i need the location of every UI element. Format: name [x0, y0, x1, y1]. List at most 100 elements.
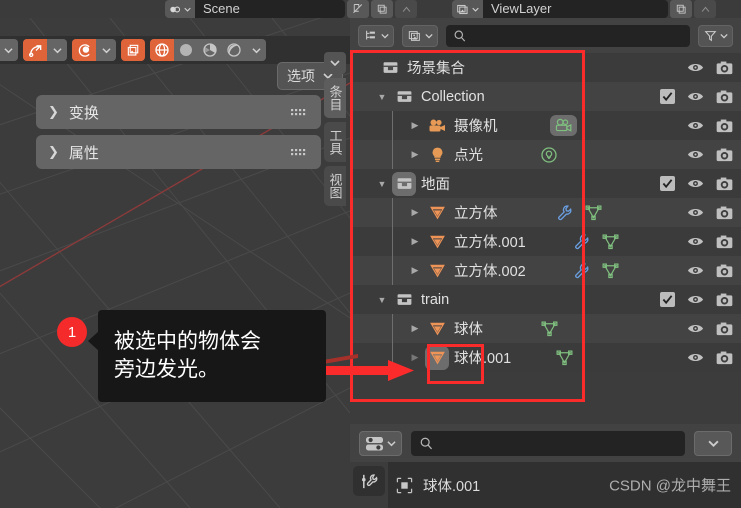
npanel-collapse-button[interactable]: [324, 52, 346, 74]
camera-data-icon[interactable]: [550, 115, 577, 136]
table-row[interactable]: ▶ 立方体.002: [350, 256, 741, 285]
camera-render-icon[interactable]: [716, 61, 733, 75]
object-mesh-icon: [425, 259, 449, 283]
outliner-search-input[interactable]: [446, 24, 690, 47]
checkbox-exclude[interactable]: [660, 176, 675, 191]
proportional-edit-group[interactable]: [72, 39, 116, 61]
scene-name-field[interactable]: Scene: [195, 0, 345, 18]
modifier-wrench-icon[interactable]: [555, 204, 574, 221]
shading-group[interactable]: [150, 39, 266, 61]
properties-search-input[interactable]: [411, 430, 685, 456]
npanel-panel-transform[interactable]: ❯ 变换: [36, 95, 321, 129]
eye-icon[interactable]: [687, 322, 704, 335]
sidebar-item-view[interactable]: 视图: [324, 166, 346, 206]
modifier-wrench-icon[interactable]: [572, 233, 591, 250]
mesh-data-icon[interactable]: [601, 262, 620, 279]
expander-triangle-right-icon[interactable]: ▶: [405, 140, 425, 169]
sidebar-item-tool[interactable]: 工具: [324, 122, 346, 162]
camera-render-icon[interactable]: [716, 148, 733, 162]
properties-options-dropdown[interactable]: [694, 430, 732, 456]
chevron-down-icon[interactable]: [47, 39, 67, 61]
checkbox-exclude[interactable]: [660, 89, 675, 104]
snap-magnet-icon[interactable]: [23, 39, 47, 61]
remove-viewlayer-button[interactable]: [694, 0, 716, 18]
table-row[interactable]: ▼ train: [350, 285, 741, 314]
material-shading-icon[interactable]: [198, 39, 222, 61]
mode-select-group[interactable]: [0, 39, 18, 61]
expander-triangle-down-icon[interactable]: ▼: [372, 285, 392, 314]
remove-scene-button[interactable]: [395, 0, 417, 18]
eye-icon[interactable]: [687, 177, 704, 190]
eye-icon[interactable]: [687, 235, 704, 248]
npanel-panel-properties[interactable]: ❯ 属性: [36, 135, 321, 169]
camera-render-icon[interactable]: [716, 119, 733, 133]
scene-icon[interactable]: [165, 0, 195, 18]
camera-render-icon[interactable]: [716, 206, 733, 220]
mesh-data-icon[interactable]: [540, 320, 559, 337]
eye-icon[interactable]: [687, 119, 704, 132]
viewport-3d[interactable]: [0, 18, 350, 508]
tab-tool-properties[interactable]: [353, 466, 385, 496]
outliner-display-mode-dropdown[interactable]: [358, 24, 394, 47]
rendered-shading-icon[interactable]: [222, 39, 246, 61]
xray-group[interactable]: [121, 39, 145, 61]
table-row[interactable]: ▶ 立方体: [350, 198, 741, 227]
camera-render-icon[interactable]: [716, 293, 733, 307]
camera-render-icon[interactable]: [716, 90, 733, 104]
eye-icon[interactable]: [687, 148, 704, 161]
new-scene-button[interactable]: [347, 0, 369, 18]
solid-shading-icon[interactable]: [174, 39, 198, 61]
expander-triangle-down-icon[interactable]: ▼: [372, 82, 392, 111]
mesh-data-icon[interactable]: [555, 349, 574, 366]
table-row[interactable]: ▶ 摄像机: [350, 111, 741, 140]
grip-dots-icon[interactable]: [291, 104, 309, 121]
camera-render-icon[interactable]: [716, 264, 733, 278]
sidebar-item-item[interactable]: 条目: [324, 78, 346, 118]
toggle-xray-icon[interactable]: [121, 39, 145, 61]
expander-triangle-right-icon[interactable]: ▶: [405, 111, 425, 140]
eye-icon[interactable]: [687, 293, 704, 306]
table-row[interactable]: 场景集合: [350, 53, 741, 82]
chevron-down-icon[interactable]: [246, 39, 266, 61]
light-data-icon[interactable]: [540, 146, 558, 164]
eye-icon[interactable]: [687, 351, 704, 364]
camera-render-icon[interactable]: [716, 235, 733, 249]
table-row[interactable]: ▶ 点光: [350, 140, 741, 169]
expander-triangle-down-icon[interactable]: ▼: [372, 169, 392, 198]
table-row[interactable]: ▶ 立方体.001: [350, 227, 741, 256]
table-row[interactable]: ▶ 球体: [350, 314, 741, 343]
object-data-icon[interactable]: [396, 477, 413, 494]
camera-render-icon[interactable]: [716, 351, 733, 365]
mesh-data-icon[interactable]: [584, 204, 603, 221]
proportional-edit-icon[interactable]: [72, 39, 96, 61]
grip-dots-icon[interactable]: [291, 144, 309, 161]
object-mesh-icon[interactable]: [425, 345, 449, 370]
eye-icon[interactable]: [687, 264, 704, 277]
eye-icon[interactable]: [687, 90, 704, 103]
modifier-wrench-icon[interactable]: [572, 262, 591, 279]
expander-triangle-right-icon[interactable]: ▶: [405, 198, 425, 227]
expander-triangle-right-icon[interactable]: ▶: [405, 227, 425, 256]
mesh-data-icon[interactable]: [601, 233, 620, 250]
expander-triangle-right-icon[interactable]: ▶: [405, 314, 425, 343]
outliner-id-type-dropdown[interactable]: [402, 24, 438, 47]
eye-icon[interactable]: [687, 206, 704, 219]
viewlayer-icon[interactable]: [452, 0, 483, 18]
copy-scene-button[interactable]: [371, 0, 393, 18]
snap-group[interactable]: [23, 39, 67, 61]
chevron-down-icon[interactable]: [0, 39, 18, 61]
wireframe-shading-icon[interactable]: [150, 39, 174, 61]
camera-render-icon[interactable]: [716, 177, 733, 191]
collection-icon[interactable]: [392, 171, 416, 196]
checkbox-exclude[interactable]: [660, 292, 675, 307]
table-row[interactable]: ▼ 地面: [350, 169, 741, 198]
expander-triangle-right-icon[interactable]: ▶: [405, 256, 425, 285]
table-row[interactable]: ▼ Collection: [350, 82, 741, 111]
viewlayer-name-field[interactable]: ViewLayer: [483, 0, 668, 18]
camera-render-icon[interactable]: [716, 322, 733, 336]
editor-type-dropdown[interactable]: [359, 430, 402, 456]
chevron-down-icon[interactable]: [96, 39, 116, 61]
eye-icon[interactable]: [687, 61, 704, 74]
outliner-filter-dropdown[interactable]: [698, 24, 733, 47]
new-viewlayer-button[interactable]: [670, 0, 692, 18]
